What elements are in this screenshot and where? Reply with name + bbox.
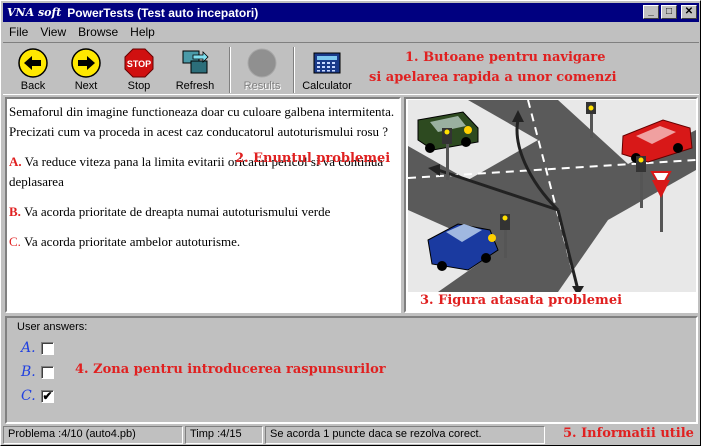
user-answer-c[interactable]: C. ✔ [21,388,54,404]
answer-letter: C. [9,234,21,249]
answer-b: B. Va acorda prioritate de dreapta numai… [9,202,397,222]
answer-letter: B. [9,204,21,219]
menu-bar: File View Browse Help [3,23,161,41]
results-button[interactable]: Results [236,45,288,95]
answer-b-checkbox[interactable] [41,365,54,379]
title-bar[interactable]: VNA soft PowerTests (Test auto incepator… [3,3,699,22]
answer-c: C. Va acorda prioritate ambelor autoturi… [9,232,397,252]
app-logo: VNA soft [7,6,62,19]
user-answer-a[interactable]: A. [21,340,54,356]
answer-letter: A. [9,154,22,169]
stop-sign-text: STOP [127,59,151,69]
annotation-navigation-line1: 1. Butoane pentru navigare [405,50,606,65]
answer-c-checkbox[interactable]: ✔ [41,389,54,403]
intersection-figure [408,100,696,292]
minimize-button[interactable]: _ [643,5,659,19]
refresh-button[interactable]: Refresh [169,45,221,95]
arrow-right-icon [69,47,103,79]
stop-label: Stop [127,80,151,92]
close-button[interactable]: ✕ [681,5,697,19]
user-answers-panel: User answers: A. B. C. ✔ 4. Zona pentru … [5,316,698,424]
maximize-button[interactable]: □ [661,5,677,19]
user-answer-letter: A. [21,340,36,356]
toolbar-separator [229,47,231,93]
annotation-problem: 2. Enuntul problemei [235,151,391,166]
status-problem: Problema :4/10 (auto4.pb) [3,426,183,444]
app-window: VNA soft PowerTests (Test auto incepator… [0,0,701,446]
refresh-icon [178,47,212,79]
user-answer-letter: C. [21,388,36,404]
menu-file[interactable]: File [3,25,34,39]
window-controls: _ □ ✕ [643,5,697,19]
annotation-figure: 3. Figura atasata problemei [420,293,623,308]
answer-a-checkbox[interactable] [41,341,54,355]
annotation-navigation-line2: si apelarea rapida a unor comenzi [369,70,617,85]
menu-help[interactable]: Help [124,25,161,39]
next-label: Next [74,80,98,92]
calculator-button[interactable]: Calculator [299,45,355,95]
annotation-info: 5. Informatii utile [563,426,694,441]
back-button[interactable]: Back [7,45,59,95]
annotation-answers-zone: 4. Zona pentru introducerea raspunsurilo… [75,362,386,377]
user-answer-b[interactable]: B. [21,364,54,380]
figure-panel: 3. Figura atasata problemei [404,97,698,313]
status-bar: Problema :4/10 (auto4.pb) Timp :4/15 Se … [3,426,699,444]
toolbar: Back Next STOP Stop Refresh Results Calc… [3,42,699,95]
status-time: Timp :4/15 [185,426,263,444]
stop-sign-icon: STOP [122,47,156,79]
calculator-icon [310,47,344,79]
menu-browse[interactable]: Browse [72,25,124,39]
calculator-label: Calculator [302,80,352,92]
window-title: PowerTests (Test auto incepatori) [67,5,259,20]
results-label: Results [243,80,281,92]
arrow-left-icon [16,47,50,79]
refresh-label: Refresh [175,80,215,92]
question-text: Semaforul din imagine functioneaza doar … [9,104,395,139]
results-icon [245,47,279,79]
user-answer-letter: B. [21,364,36,380]
next-button[interactable]: Next [60,45,112,95]
back-label: Back [20,80,46,92]
stop-button[interactable]: STOP Stop [113,45,165,95]
answer-text: Va acorda prioritate de dreapta numai au… [23,204,331,219]
answer-text: Va acorda prioritate ambelor autoturisme… [23,234,241,249]
toolbar-separator [293,47,295,93]
status-info: Se acorda 1 puncte daca se rezolva corec… [265,426,545,444]
question-panel: Semaforul din imagine functioneaza doar … [5,97,401,313]
user-answers-label: User answers: [17,321,88,333]
menu-view[interactable]: View [34,25,72,39]
